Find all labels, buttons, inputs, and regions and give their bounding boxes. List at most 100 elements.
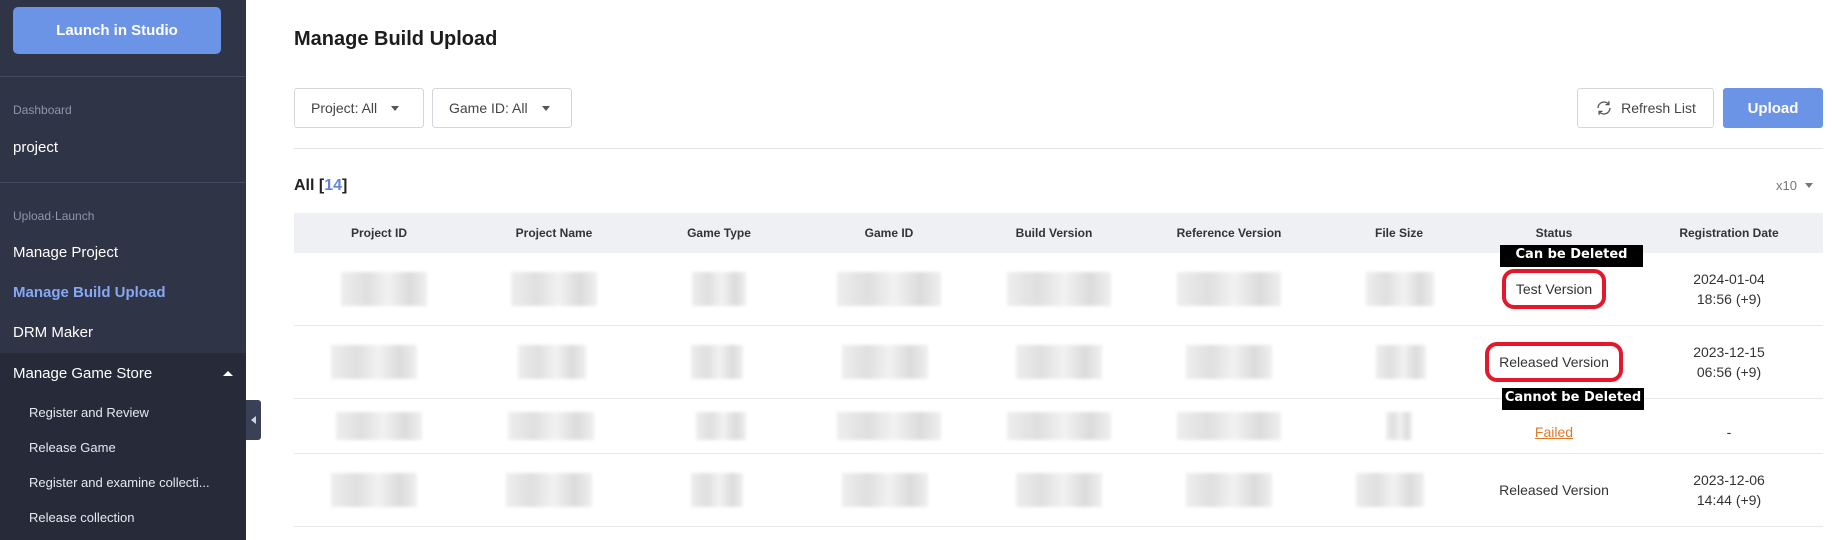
upload-button[interactable]: Upload [1723, 88, 1823, 128]
file-size-cell [1364, 253, 1436, 325]
game-type-cell [689, 454, 745, 526]
game-id-cell [834, 253, 944, 325]
redacted-value [696, 412, 746, 440]
project-id-cell [329, 326, 419, 398]
refresh-list-label: Refresh List [1621, 100, 1696, 116]
caret-up-icon [223, 371, 233, 376]
sidebar-subitem-release-collection[interactable]: Release collection [29, 510, 135, 525]
redacted-value [842, 473, 928, 507]
redacted-value [508, 412, 594, 440]
sidebar-collapse-button[interactable] [246, 400, 261, 440]
game-type-cell [689, 326, 745, 398]
redacted-value [1356, 473, 1424, 507]
date-line: 2023-12-15 [1693, 344, 1765, 360]
project-id-cell [339, 253, 429, 325]
column-header[interactable]: Game ID [824, 213, 954, 253]
time-line: 14:44 (+9) [1696, 492, 1762, 508]
status-badge: Released Version [1485, 342, 1623, 382]
redacted-value [691, 345, 743, 379]
refresh-icon [1597, 101, 1611, 115]
redacted-value [1366, 272, 1434, 306]
failed-status-link[interactable]: Failed [1535, 422, 1573, 442]
sidebar-subitem-register-and-review[interactable]: Register and Review [29, 405, 149, 420]
game-id-cell [840, 326, 930, 398]
build-version-cell [1014, 326, 1104, 398]
column-header[interactable]: File Size [1334, 213, 1464, 253]
sidebar-subitem-release-game[interactable]: Release Game [29, 440, 116, 455]
date-line: - [1726, 424, 1732, 440]
game-type-cell [689, 253, 749, 325]
date-line: 2024-01-04 [1693, 271, 1765, 287]
chevron-left-icon [251, 416, 256, 424]
redacted-value [1016, 473, 1102, 507]
registration-date-cell: 2024-01-04 18:56 (+9) [1644, 253, 1814, 325]
status-cell: Released Version [1484, 454, 1624, 526]
sidebar-item-manage-project[interactable]: Manage Project [13, 244, 118, 261]
page-title: Manage Build Upload [294, 28, 498, 50]
launch-in-studio-button[interactable]: Launch in Studio [13, 7, 221, 54]
status-badge: Test Version [1501, 269, 1607, 309]
sidebar: Launch in Studio Dashboard project Uploa… [0, 0, 246, 540]
sidebar-group-manage-game-store: Manage Game Store Register and Review Re… [0, 353, 246, 540]
game-id-cell [834, 399, 944, 453]
sidebar-group-header[interactable]: Manage Game Store [13, 365, 233, 382]
section-label-dashboard: Dashboard [13, 103, 72, 117]
redacted-value [837, 412, 941, 440]
build-version-cell [1014, 454, 1104, 526]
redacted-value [511, 272, 597, 306]
file-size-cell [1384, 399, 1414, 453]
column-header[interactable]: Project Name [484, 213, 624, 253]
header-divider [294, 148, 1823, 149]
project-filter-dropdown[interactable]: Project: All [294, 88, 424, 128]
project-name-cell [509, 253, 599, 325]
redacted-value [336, 412, 422, 440]
per-page-dropdown[interactable]: x10 [1776, 178, 1813, 193]
redacted-value [1386, 412, 1412, 440]
sidebar-subitem-register-collection[interactable]: Register and examine collecti... [29, 475, 210, 490]
redacted-value [842, 345, 928, 379]
build-version-cell [1004, 253, 1114, 325]
section-label-upload-launch: Upload·Launch [13, 209, 95, 223]
column-header[interactable]: Project ID [314, 213, 444, 253]
per-page-value: x10 [1776, 178, 1797, 193]
chevron-down-icon [391, 105, 400, 111]
redacted-value [331, 345, 417, 379]
game-type-cell [694, 399, 748, 453]
redacted-value [837, 272, 941, 306]
result-count: All [14] [294, 177, 347, 195]
redacted-value [1016, 345, 1102, 379]
refresh-list-button[interactable]: Refresh List [1577, 88, 1714, 128]
redacted-value [1376, 345, 1426, 379]
project-name-cell [506, 399, 596, 453]
sidebar-divider [0, 76, 246, 77]
status-text: Released Version [1499, 482, 1609, 498]
column-header[interactable]: Build Version [984, 213, 1124, 253]
date-line: 2023-12-06 [1693, 472, 1765, 488]
column-header[interactable]: Reference Version [1154, 213, 1304, 253]
reference-version-cell [1184, 454, 1274, 526]
project-id-cell [329, 454, 419, 526]
column-header[interactable]: Game Type [654, 213, 784, 253]
build-version-cell [1004, 399, 1114, 453]
chevron-down-icon [541, 105, 550, 111]
game-id-cell [840, 454, 930, 526]
redacted-value [1007, 412, 1111, 440]
redacted-value [331, 473, 417, 507]
redacted-value [1007, 272, 1111, 306]
sidebar-item-manage-build-upload[interactable]: Manage Build Upload [13, 284, 166, 301]
sidebar-item-drm-maker[interactable]: DRM Maker [13, 324, 93, 341]
redacted-value [506, 473, 592, 507]
redacted-value [1186, 473, 1272, 507]
registration-date-cell: 2023-12-15 06:56 (+9) [1644, 326, 1814, 398]
chevron-down-icon [1804, 183, 1813, 188]
table-row[interactable]: Released Version 2023-12-06 14:44 (+9) [294, 454, 1823, 527]
time-line: 18:56 (+9) [1696, 291, 1762, 307]
reference-version-cell [1184, 326, 1274, 398]
redacted-value [691, 473, 743, 507]
column-header[interactable]: Registration Date [1644, 213, 1814, 253]
game-id-filter-dropdown[interactable]: Game ID: All [432, 88, 572, 128]
game-id-filter-label: Game ID: All [449, 100, 528, 116]
redacted-value [1177, 272, 1281, 306]
sidebar-item-project[interactable]: project [13, 139, 58, 156]
reference-version-cell [1174, 399, 1284, 453]
